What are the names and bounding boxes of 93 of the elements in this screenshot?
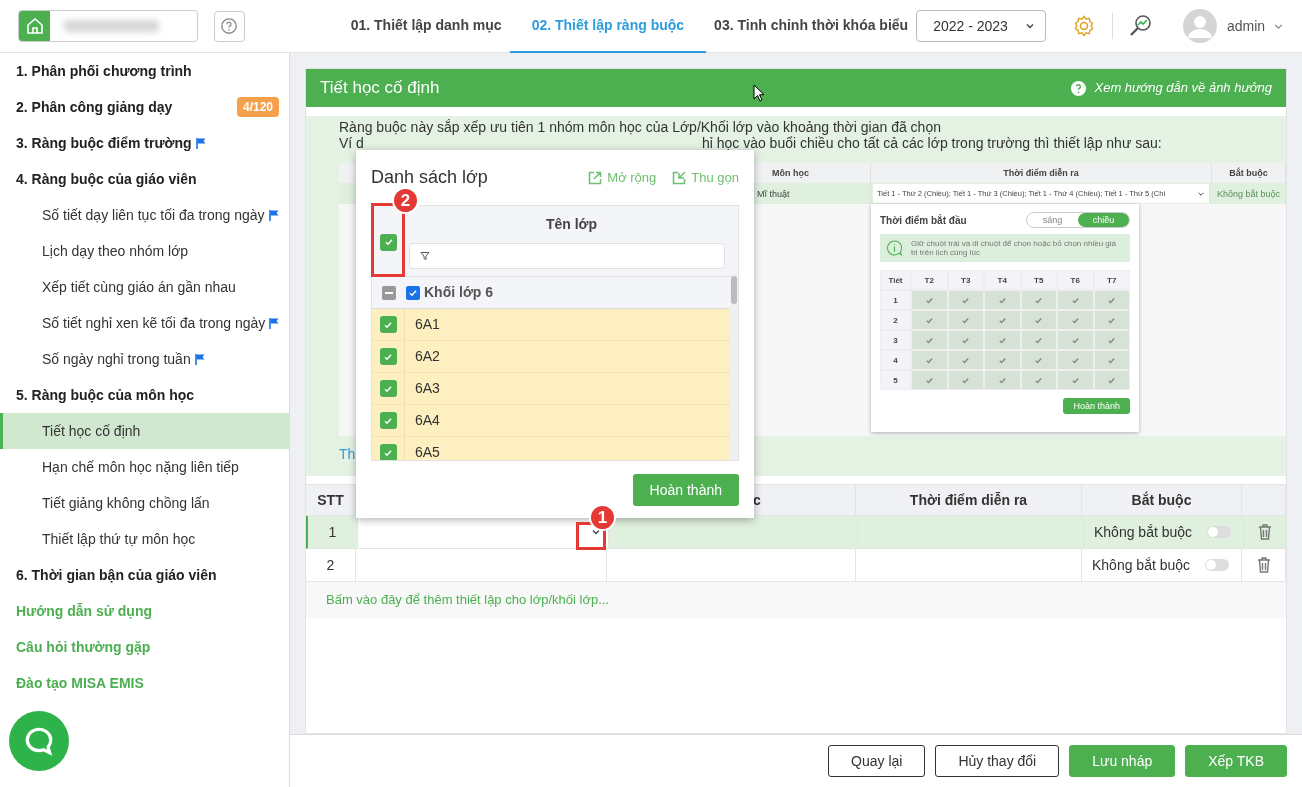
column-header: T4 <box>984 270 1021 290</box>
settings-icon[interactable] <box>1072 14 1096 38</box>
table-row[interactable]: 2 Không bắt buộc <box>306 549 1286 582</box>
column-header: Tiết <box>880 270 911 290</box>
help-text: Ràng buộc này sắp xếp ưu tiên 1 nhóm môn học của Lớp/Khối lớp vào khoảng thời gian đã chọn <box>339 119 942 135</box>
sidebar-item[interactable]: Hạn chế môn học nặng liên tiếp <box>0 449 289 485</box>
help-text: hỉ học vào buổi chiều cho tất cả các lớp trong trường thì thiết lập như sau: <box>701 135 1162 151</box>
toggle-label: Không bắt buộc <box>1092 555 1191 575</box>
check-icon <box>383 415 393 426</box>
column-header: T5 <box>1020 270 1057 290</box>
sidebar-item[interactable]: Xếp tiết cùng giáo án gần nhau <box>0 269 289 305</box>
sidebar-item[interactable]: 6. Thời gian bận của giáo viên <box>0 557 289 593</box>
hint-text: Giữ chuột trái và di chuột để chọn hoặc bỏ chọn nhiều giá trị trên lịch cùng lúc <box>910 239 1117 257</box>
trash-icon[interactable] <box>1256 523 1273 541</box>
check-icon <box>408 287 418 298</box>
column-header: T3 <box>947 270 984 290</box>
column-header: T7 <box>1093 270 1130 290</box>
help-icon <box>220 17 239 35</box>
class-name: 6A3 <box>415 379 440 398</box>
help-button[interactable] <box>213 10 245 42</box>
info-icon <box>886 237 903 259</box>
cursor-icon <box>753 84 765 102</box>
class-checkbox[interactable] <box>379 412 397 429</box>
row-header: 4 <box>880 350 911 370</box>
avatar-icon[interactable] <box>1182 9 1217 43</box>
check-icon <box>383 351 393 362</box>
toggle-switch[interactable] <box>1205 559 1229 571</box>
sidebar-item[interactable]: Lịch dạy theo nhóm lớp <box>0 233 289 269</box>
filter-field[interactable] <box>409 243 725 269</box>
footer-button[interactable]: Quay lại <box>828 745 926 777</box>
table-cell: Không bắt buộc <box>1212 183 1286 204</box>
check-icon <box>383 319 393 330</box>
class-name: 6A5 <box>415 443 440 460</box>
sidebar-item[interactable]: 5. Ràng buộc của môn học <box>0 377 289 413</box>
group-label: Khối lớp 6 <box>424 283 494 302</box>
picker-title: Thời điểm bắt đầu <box>880 214 967 226</box>
row-header: 3 <box>880 330 911 350</box>
group-checkbox[interactable] <box>406 285 420 300</box>
sidebar-item[interactable]: 4. Ràng buộc của giáo viên <box>0 161 289 197</box>
select-all-checkbox[interactable] <box>380 233 397 251</box>
home-icon <box>24 16 45 36</box>
footer-button[interactable]: Hủy thay đổi <box>935 745 1060 777</box>
class-checkbox[interactable] <box>379 348 397 365</box>
class-checkbox[interactable] <box>379 316 397 333</box>
check-icon <box>383 383 393 394</box>
check-icon <box>383 237 394 247</box>
sidebar-item[interactable]: 1. Phân phối chương trình <box>0 53 289 89</box>
trash-icon[interactable] <box>1255 556 1272 574</box>
chat-icon <box>23 725 55 757</box>
external-link-icon <box>588 170 603 185</box>
nav-tab[interactable]: 01. Thiết lập danh mục <box>342 0 510 53</box>
collapse-icon <box>672 170 687 185</box>
toggle-label: Không bắt buộc <box>1094 522 1193 542</box>
sidebar-item[interactable]: Tiết giảng không chồng lấn <box>0 485 289 521</box>
filter-icon <box>420 251 430 261</box>
row-header: 1 <box>880 290 911 310</box>
sidebar-item[interactable]: Tiết học cố định <box>0 413 289 449</box>
help-icon <box>1069 79 1087 97</box>
class-checkbox[interactable] <box>379 380 397 397</box>
collapse-icon[interactable] <box>382 285 396 300</box>
class-name: 6A2 <box>415 347 440 366</box>
sidebar-item[interactable]: Số tiết nghỉ xen kẽ tối đa trong ngày <box>0 305 289 341</box>
row-header: 2 <box>880 310 911 330</box>
help-text: Ví d <box>339 135 364 151</box>
year-select[interactable]: 2022 - 2023 <box>916 10 1046 42</box>
popup-title: Danh sách lớp <box>371 166 488 189</box>
column-header: Thời điểm diễn ra <box>856 485 1082 515</box>
sidebar-item[interactable]: Số ngày nghỉ trong tuần <box>0 341 289 377</box>
toggle-switch[interactable] <box>1207 526 1231 538</box>
school-selector[interactable] <box>18 10 198 42</box>
flag-icon <box>267 209 280 221</box>
sidebar-item[interactable]: Thiết lập thứ tự môn học <box>0 521 289 557</box>
panel-title: Tiết học cố định <box>320 77 440 100</box>
check-icon <box>383 447 393 458</box>
user-name[interactable]: admin <box>1226 15 1266 37</box>
class-name: 6A1 <box>415 315 440 334</box>
sidebar-item[interactable]: 3. Ràng buộc điểm trường <box>0 125 289 161</box>
column-header: Bắt buộc <box>1082 485 1242 515</box>
column-header: Tên lớp <box>544 215 599 234</box>
count-badge: 4/120 <box>236 97 279 117</box>
sidebar-item[interactable]: Số tiết dạy liên tục tối đa trong ngày <box>0 197 289 233</box>
scrollbar[interactable] <box>730 274 738 460</box>
flag-icon <box>194 137 207 149</box>
class-name: 6A4 <box>415 411 440 430</box>
column-header: T6 <box>1057 270 1094 290</box>
flag-icon <box>193 353 206 365</box>
row-header: 5 <box>880 370 911 390</box>
flag-icon <box>268 317 281 329</box>
nav-tab[interactable]: 03. Tinh chỉnh thời khóa biểu <box>706 0 917 53</box>
class-checkbox[interactable] <box>379 444 397 460</box>
sidebar-item[interactable]: 2. Phân công giảng dạy 4/120 <box>0 89 289 125</box>
column-header: T2 <box>911 270 948 290</box>
chevron-down-icon <box>1025 21 1035 31</box>
